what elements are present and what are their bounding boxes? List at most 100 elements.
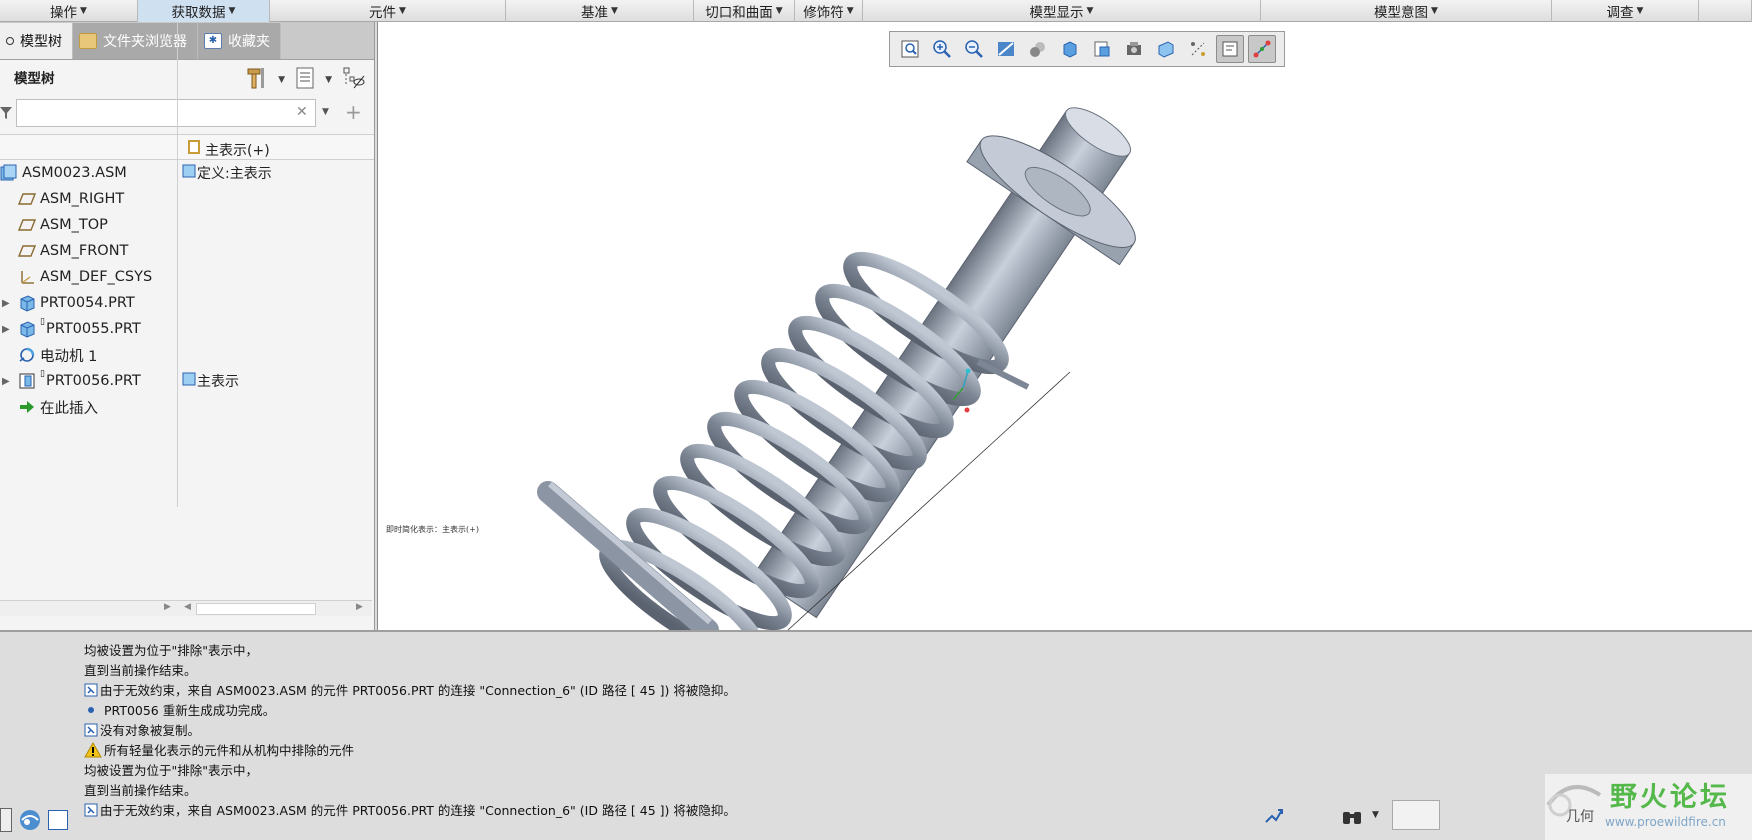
- status-mark-icon: ▯: [40, 317, 45, 327]
- ribbon-group-label: 修饰符: [803, 5, 844, 21]
- ribbon-group-bar: 操作 ▼ 获取数据 ▼ 元件 ▼ 基准 ▼ 切口和曲面 ▼ 修饰符 ▼ 模型显示 ▼ 模型意图 ▼ 调查 ▼: [0, 0, 1752, 22]
- tree-row[interactable]: ASM_TOP: [0, 212, 372, 238]
- ribbon-group-0[interactable]: 操作 ▼: [0, 0, 138, 22]
- tree-row[interactable]: ASM0023.ASM 定义:主表示: [0, 160, 372, 186]
- expand-arrow-icon[interactable]: ▶: [2, 324, 10, 335]
- tree-item-label: ASM_TOP: [40, 217, 108, 233]
- search-input[interactable]: [16, 99, 316, 127]
- tab-favorites[interactable]: ✱ 收藏夹: [198, 23, 281, 59]
- tree-rep-label: 定义:主表示: [197, 166, 272, 182]
- tree-row[interactable]: ASM_FRONT: [0, 238, 372, 264]
- tree-row[interactable]: ASM_RIGHT: [0, 186, 372, 212]
- message-text: 由于无效约束，来自 ASM0023.ASM 的元件 PRT0056.PRT 的连…: [100, 683, 736, 698]
- ribbon-group-label: 基准: [581, 5, 609, 21]
- filter-icon[interactable]: [0, 106, 12, 124]
- tree-column-header: 主表示(+): [0, 134, 374, 160]
- ribbon-group-7[interactable]: 模型意图 ▼: [1261, 0, 1552, 22]
- ribbon-group-8[interactable]: 调查 ▼: [1552, 0, 1699, 22]
- csys-icon: [18, 268, 36, 286]
- view-mode-icon[interactable]: [0, 808, 12, 832]
- message-line: PRT0056 重新生成成功完成。: [84, 700, 275, 719]
- tree-row[interactable]: ASM_DEF_CSYS: [0, 264, 372, 290]
- model-tree-title: 模型树: [14, 71, 55, 87]
- tree-item-label: 在此插入: [40, 400, 98, 417]
- horizontal-scrollbar[interactable]: ▶ ◀ ▶: [0, 600, 372, 616]
- tab-folder-browser[interactable]: 文件夹浏览器: [73, 23, 198, 59]
- tree-item-label: ASM_DEF_CSYS: [40, 269, 153, 285]
- expand-arrow-icon[interactable]: ▶: [2, 376, 10, 387]
- graphics-viewport[interactable]: 即时简化表示：主表示(+): [377, 22, 1752, 630]
- message-text: PRT0056 重新生成成功完成。: [104, 703, 276, 718]
- tab-model-tree[interactable]: 模型树: [0, 23, 73, 59]
- show-list-icon[interactable]: [295, 66, 315, 94]
- left-panel: 模型树 文件夹浏览器 ✱ 收藏夹 模型树 ▼ ▼ ✕ ▼ + 主表示(+) AS…: [0, 22, 375, 630]
- tree-row[interactable]: ▶ PRT0054.PRT: [0, 290, 372, 316]
- ribbon-group-1[interactable]: 获取数据 ▼: [138, 0, 270, 22]
- search-row: ✕ ▼ +: [0, 94, 374, 130]
- info-icon: [84, 803, 98, 817]
- assembly-model-graphic[interactable]: [378, 22, 1752, 630]
- tab-label: 收藏夹: [228, 34, 270, 50]
- tree-row[interactable]: 在此插入: [0, 394, 372, 420]
- tree-item-label: PRT0055.PRT: [46, 321, 141, 337]
- tree-item-label: PRT0054.PRT: [40, 295, 135, 311]
- tree-rep-cell[interactable]: 主表示: [181, 371, 239, 391]
- chevron-down-icon[interactable]: ▼: [1372, 810, 1379, 820]
- chevron-down-icon: ▼: [1431, 6, 1438, 16]
- chevron-down-icon[interactable]: ▼: [325, 75, 332, 85]
- message-line: 均被设置为位于"排除"表示中，: [84, 760, 258, 779]
- message-line: 直到当前操作结束。: [84, 780, 197, 799]
- ribbon-group-label: 操作: [50, 5, 78, 21]
- tree-rep-cell[interactable]: 定义:主表示: [181, 163, 272, 183]
- close-icon[interactable]: ✕: [296, 104, 308, 120]
- watermark-corner-text: 几何: [1566, 809, 1594, 825]
- motor-icon: [18, 346, 36, 364]
- ribbon-group-label: 元件: [369, 5, 397, 21]
- datum-plane-icon: [17, 216, 37, 234]
- model-tree: ASM0023.ASM 定义:主表示 ASM_RIGHT ASM_TOP ASM_FRO…: [0, 160, 374, 620]
- bullet-icon: [84, 703, 98, 717]
- datum-plane-icon: [17, 242, 37, 260]
- datum-plane-icon: [17, 190, 37, 208]
- ribbon-group-9[interactable]: [1699, 0, 1752, 22]
- chevron-down-icon[interactable]: ▼: [278, 75, 285, 85]
- full-screen-icon[interactable]: [48, 810, 68, 830]
- add-icon[interactable]: +: [345, 100, 362, 124]
- favorites-icon: ✱: [204, 33, 222, 49]
- scroll-thumb[interactable]: [196, 603, 316, 615]
- tree-item-label: ASM_RIGHT: [40, 191, 125, 207]
- regenerate-icon[interactable]: [1262, 804, 1286, 832]
- message-text: 均被设置为位于"排除"表示中，: [84, 763, 258, 778]
- tree-row[interactable]: ▶ ▯ PRT0056.PRT 主表示: [0, 368, 372, 394]
- folder-icon: [79, 33, 97, 49]
- rep-state-icon: [181, 371, 197, 391]
- selection-filter-icon[interactable]: [1392, 800, 1440, 830]
- find-binoculars-icon[interactable]: [1340, 804, 1364, 832]
- chevron-down-icon: ▼: [1636, 6, 1644, 16]
- simplified-rep-label: 即时简化表示：主表示(+): [386, 525, 479, 534]
- expand-arrow-icon[interactable]: ▶: [2, 298, 10, 309]
- ribbon-group-2[interactable]: 元件 ▼: [270, 0, 506, 22]
- tree-filter-icon[interactable]: [342, 66, 366, 94]
- browser-icon[interactable]: [18, 808, 42, 836]
- tree-item-label: ASM_FRONT: [40, 243, 129, 259]
- tree-row[interactable]: 电动机 1: [0, 342, 372, 368]
- message-text: 由于无效约束，来自 ASM0023.ASM 的元件 PRT0056.PRT 的连…: [100, 803, 736, 818]
- ribbon-group-5[interactable]: 修饰符 ▼: [795, 0, 863, 22]
- chevron-down-icon[interactable]: ▼: [322, 107, 329, 117]
- tree-item-label: ASM0023.ASM: [22, 165, 127, 181]
- ribbon-group-4[interactable]: 切口和曲面 ▼: [694, 0, 795, 22]
- chevron-down-icon: ▼: [399, 6, 406, 16]
- tree-row[interactable]: ▶ ▯ PRT0055.PRT: [0, 316, 372, 342]
- ribbon-group-label: 切口和曲面: [705, 5, 773, 21]
- ribbon-group-3[interactable]: 基准 ▼: [506, 0, 694, 22]
- ribbon-group-6[interactable]: 模型显示 ▼: [863, 0, 1261, 22]
- watermark-title: 野火论坛: [1610, 782, 1730, 813]
- insert-here-icon: [18, 398, 36, 416]
- message-line: 所有轻量化表示的元件和从机构中排除的元件: [84, 740, 354, 759]
- settings-hammer-icon[interactable]: [246, 66, 268, 94]
- ribbon-group-label: 模型显示: [1029, 5, 1084, 21]
- chevron-down-icon: ▼: [228, 6, 236, 16]
- message-line: 没有对象被复制。: [84, 720, 200, 739]
- tree-item-label: PRT0056.PRT: [46, 373, 141, 389]
